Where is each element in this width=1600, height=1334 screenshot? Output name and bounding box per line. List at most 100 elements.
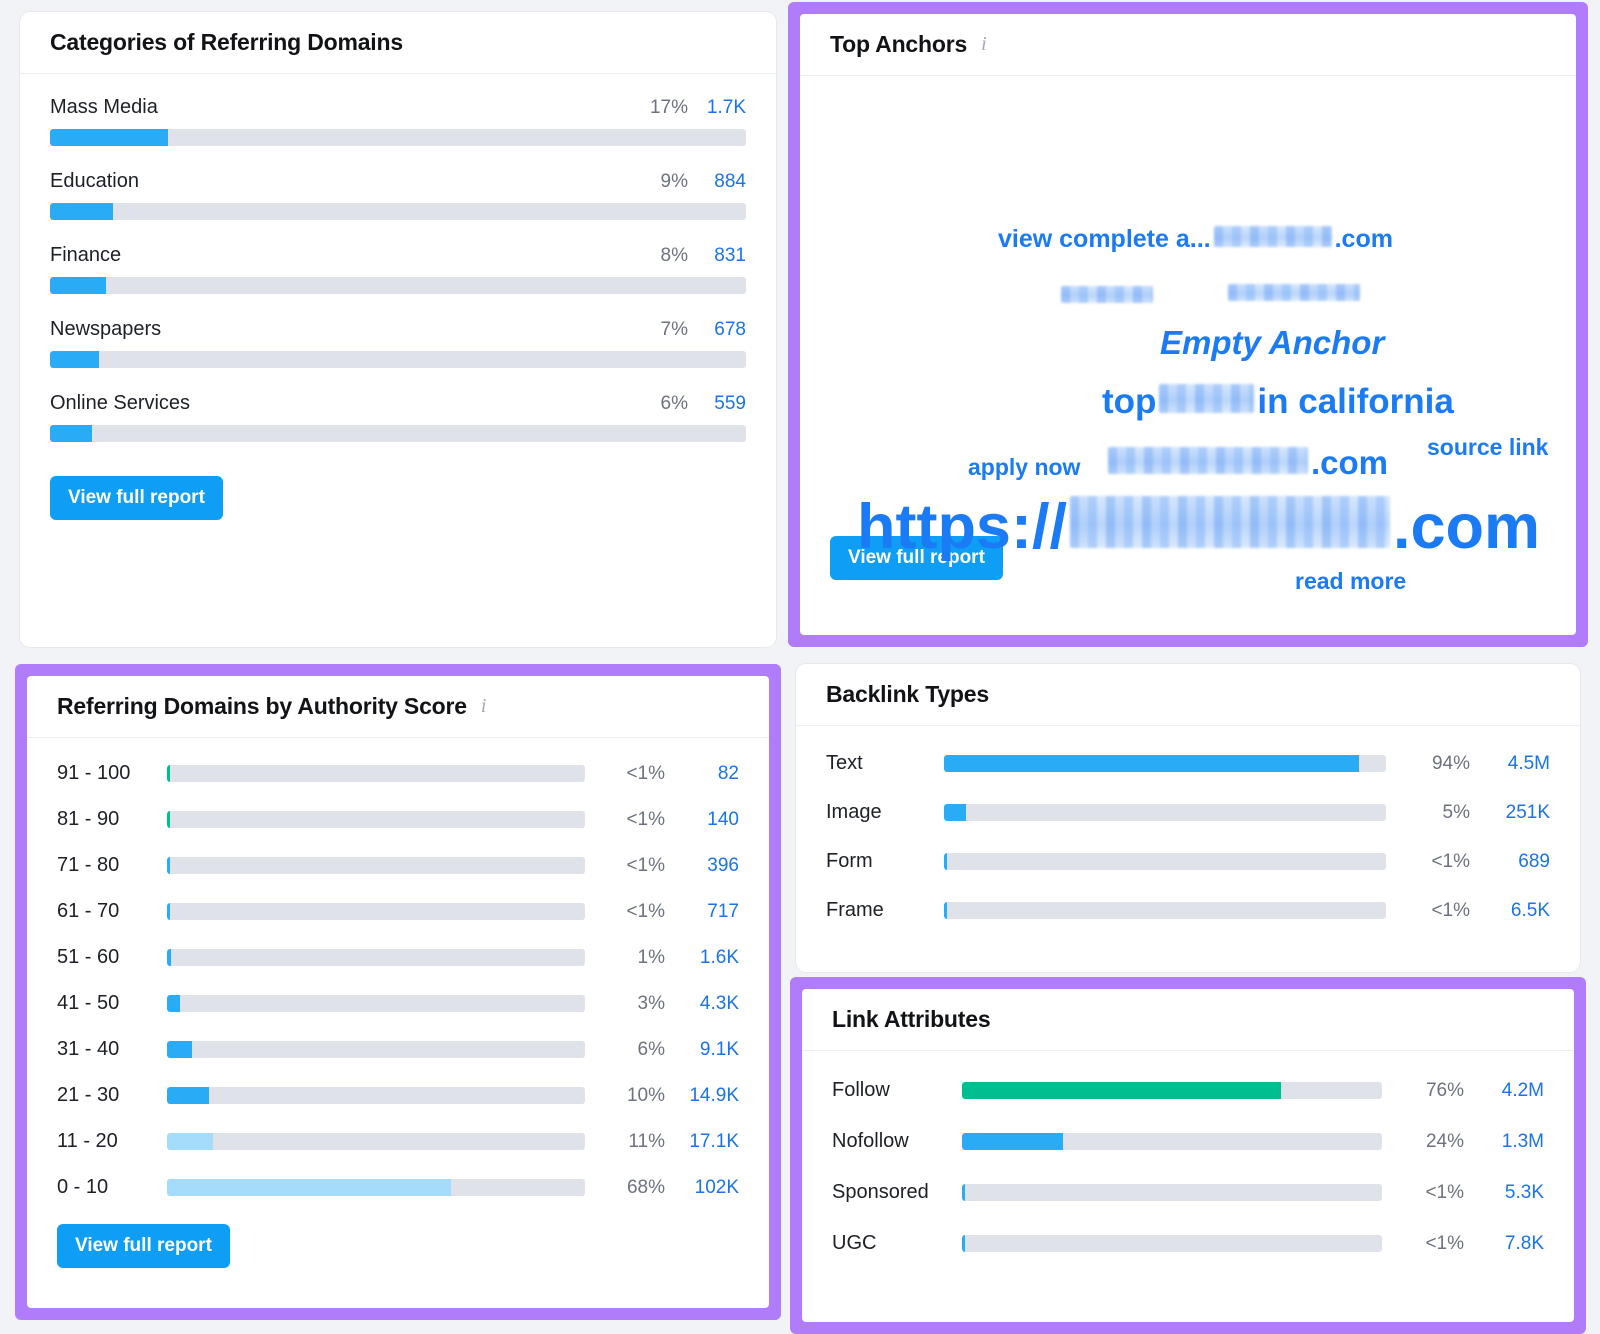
metric-value[interactable]: 396 [665, 855, 739, 877]
metric-percent: <1% [1425, 1181, 1464, 1203]
metric-row: 11 - 20 11% 17.1K [57, 1130, 739, 1153]
metric-row: 31 - 40 6% 9.1K [57, 1038, 739, 1061]
metric-value[interactable]: 140 [665, 809, 739, 831]
link-attributes-card: Link Attributes Follow 76% 4.2M Nofollow 24%… [802, 989, 1574, 1322]
metric-percent: 3% [637, 992, 665, 1014]
info-icon[interactable]: i [481, 696, 487, 716]
metric-row: Text 94% 4.5M [826, 752, 1550, 775]
anchor-word[interactable]: Empty Anchor [1160, 326, 1384, 359]
metric-label: 61 - 70 [57, 900, 120, 922]
anchor-word[interactable] [1058, 286, 1156, 307]
anchor-word[interactable]: read more [1295, 570, 1406, 593]
page-title: Link Attributes [832, 1006, 991, 1032]
category-value[interactable]: 559 [688, 393, 746, 415]
metric-percent: 11% [628, 1130, 665, 1152]
category-value[interactable]: 831 [688, 245, 746, 267]
categories-view-full-report-button[interactable]: View full report [50, 476, 223, 520]
metric-value[interactable]: 717 [665, 901, 739, 923]
metric-row: Sponsored <1% 5.3K [832, 1181, 1544, 1204]
info-icon[interactable]: i [981, 34, 987, 54]
metric-row: 81 - 90 <1% 140 [57, 808, 739, 831]
metric-bar-fill [944, 853, 947, 870]
category-bar-track [50, 129, 746, 146]
link-attributes-list: Follow 76% 4.2M Nofollow 24% 1.3M Sponsored <1%… [832, 1079, 1544, 1255]
metric-bar-track [944, 853, 1386, 870]
category-row: Education 9% 884 [50, 170, 746, 220]
metric-value[interactable]: 9.1K [665, 1039, 739, 1061]
metric-row: Form <1% 689 [826, 850, 1550, 873]
metric-bar-fill [167, 811, 170, 828]
card-header: Categories of Referring Domains [20, 12, 776, 74]
metric-value[interactable]: 102K [665, 1177, 739, 1199]
metric-value[interactable]: 1.6K [665, 947, 739, 969]
metric-value[interactable]: 689 [1470, 851, 1550, 873]
metric-bar-track [962, 1184, 1382, 1201]
metric-label: 71 - 80 [57, 854, 120, 876]
metric-value[interactable]: 4.2M [1464, 1080, 1544, 1102]
card-body: Mass Media 17% 1.7K Education 9% 884 Finance 8%… [20, 74, 776, 520]
referring-domains-by-authority-score-card: Referring Domains by Authority Score i 9… [27, 676, 769, 1308]
metric-percent: <1% [626, 762, 665, 784]
metric-value[interactable]: 4.5M [1470, 753, 1550, 775]
metric-value[interactable]: 82 [665, 763, 739, 785]
metric-row: Follow 76% 4.2M [832, 1079, 1544, 1102]
anchor-word[interactable]: apply now [968, 456, 1080, 479]
category-value[interactable]: 678 [688, 319, 746, 341]
category-label: Education [50, 170, 139, 192]
metric-bar-fill [962, 1235, 965, 1252]
category-value[interactable]: 1.7K [688, 97, 746, 119]
category-label: Mass Media [50, 96, 158, 118]
metric-value[interactable]: 251K [1470, 802, 1550, 824]
metric-value[interactable]: 1.3M [1464, 1131, 1544, 1153]
metric-bar-track [167, 765, 585, 782]
metric-value[interactable]: 4.3K [665, 993, 739, 1015]
category-bar-track [50, 277, 746, 294]
metric-percent: 5% [1442, 801, 1470, 823]
anchor-word[interactable]: source link [1427, 436, 1548, 459]
metric-row: Frame <1% 6.5K [826, 899, 1550, 922]
metric-label: Nofollow [832, 1130, 909, 1152]
metric-value[interactable]: 7.8K [1464, 1233, 1544, 1255]
page-title: Top Anchors [830, 31, 968, 57]
metric-percent: <1% [1431, 850, 1470, 872]
metric-row: 71 - 80 <1% 396 [57, 854, 739, 877]
metric-value[interactable]: 17.1K [665, 1131, 739, 1153]
metric-value[interactable]: 14.9K [665, 1085, 739, 1107]
metric-bar-track [167, 1133, 585, 1150]
metric-bar-track [962, 1235, 1382, 1252]
metric-bar-track [167, 949, 585, 966]
authority-view-full-report-button[interactable]: View full report [57, 1224, 230, 1268]
metric-percent: 68% [626, 1176, 665, 1198]
metric-bar-fill [167, 1179, 452, 1196]
metric-label: 51 - 60 [57, 946, 120, 968]
anchor-word[interactable]: view complete a... .com [998, 226, 1393, 252]
metric-bar-track [962, 1082, 1382, 1099]
metric-bar-track [167, 903, 585, 920]
anchor-word[interactable]: top in california [1102, 384, 1454, 419]
metric-value[interactable]: 6.5K [1470, 900, 1550, 922]
authority-score-highlight: Referring Domains by Authority Score i 9… [15, 664, 781, 1320]
category-percent: 7% [660, 319, 688, 340]
anchor-word[interactable]: https://.com [857, 496, 1540, 559]
metric-percent: 76% [1425, 1079, 1464, 1101]
category-label: Online Services [50, 392, 191, 414]
dashboard-root: Categories of Referring Domains Mass Med… [0, 0, 1600, 1334]
redacted-text [1228, 284, 1360, 301]
redacted-text [1069, 496, 1390, 548]
metric-bar-fill [944, 804, 967, 821]
redacted-text [1159, 384, 1255, 413]
page-title: Categories of Referring Domains [50, 29, 403, 55]
metric-percent: <1% [1425, 1232, 1464, 1254]
metric-row: 91 - 100 <1% 82 [57, 762, 739, 785]
anchor-word[interactable]: .com [1105, 446, 1388, 479]
metric-bar-fill [944, 755, 1360, 772]
card-header: Link Attributes [802, 989, 1574, 1051]
category-bar-fill [50, 425, 92, 442]
card-body: Text 94% 4.5M Image 5% 251K Form <1% 689 Frame <1%… [796, 726, 1580, 922]
metric-value[interactable]: 5.3K [1464, 1182, 1544, 1204]
category-row: Finance 8% 831 [50, 244, 746, 294]
category-value[interactable]: 884 [688, 171, 746, 193]
metric-bar-fill [167, 995, 180, 1012]
top-anchors-highlight: Top Anchors i view complete a... .com Empt… [788, 2, 1588, 647]
anchor-word[interactable] [1225, 284, 1363, 305]
